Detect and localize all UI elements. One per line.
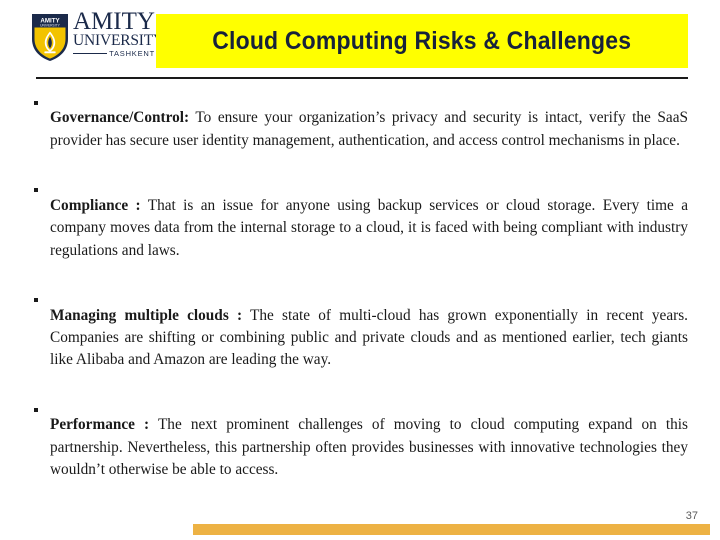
square-bullet-icon [34,399,50,413]
bullet-text: Compliance : That is an issue for anyone… [50,195,688,262]
header-divider [36,77,688,79]
square-bullet-icon [34,92,50,105]
title-banner: Cloud Computing Risks & Challenges [156,14,688,68]
bullet-text: Performance : The next prominent challen… [50,414,688,481]
bullet-body: That is an issue for anyone using backup… [50,196,688,259]
square-bullet-icon [34,179,50,193]
page-title: Cloud Computing Risks & Challenges [212,26,632,55]
amity-wordmark: AMITY UNIVERSITY TASHKENT [73,8,164,65]
list-item: Compliance : That is an issue for anyone… [0,179,720,277]
list-item: Managing multiple clouds : The state of … [0,289,720,387]
wordmark-tashkent: TASHKENT [109,49,155,58]
shield-flame-icon: AMITY UNIVERSITY [30,11,70,63]
page-number: 37 [685,510,698,522]
bullet-text: Managing multiple clouds : The state of … [50,305,688,372]
bullet-text: Governance/Control: To ensure your organ… [50,107,688,152]
slide-header: AMITY UNIVERSITY AMITY UNIVERSITY TASHKE… [0,0,720,80]
wordmark-university: UNIVERSITY [73,32,164,49]
wordmark-amity: AMITY [73,8,155,35]
wordmark-tashkent-row: TASHKENT [73,49,155,58]
amity-university-logo: AMITY UNIVERSITY AMITY UNIVERSITY TASHKE… [30,6,164,68]
svg-text:UNIVERSITY: UNIVERSITY [40,24,61,28]
bullet-lead: Performance : [50,416,150,434]
square-bullet-icon [34,289,50,303]
bullet-lead: Governance/Control: [50,109,190,127]
bullet-lead: Compliance : [50,196,141,214]
footer-accent-bar [193,524,710,535]
list-item: Governance/Control: To ensure your organ… [0,92,720,167]
wordmark-divider [73,52,108,55]
list-item: Performance : The next prominent challen… [0,399,720,497]
bullet-lead: Managing multiple clouds : [50,306,243,324]
slide-content: Governance/Control: To ensure your organ… [0,92,720,509]
